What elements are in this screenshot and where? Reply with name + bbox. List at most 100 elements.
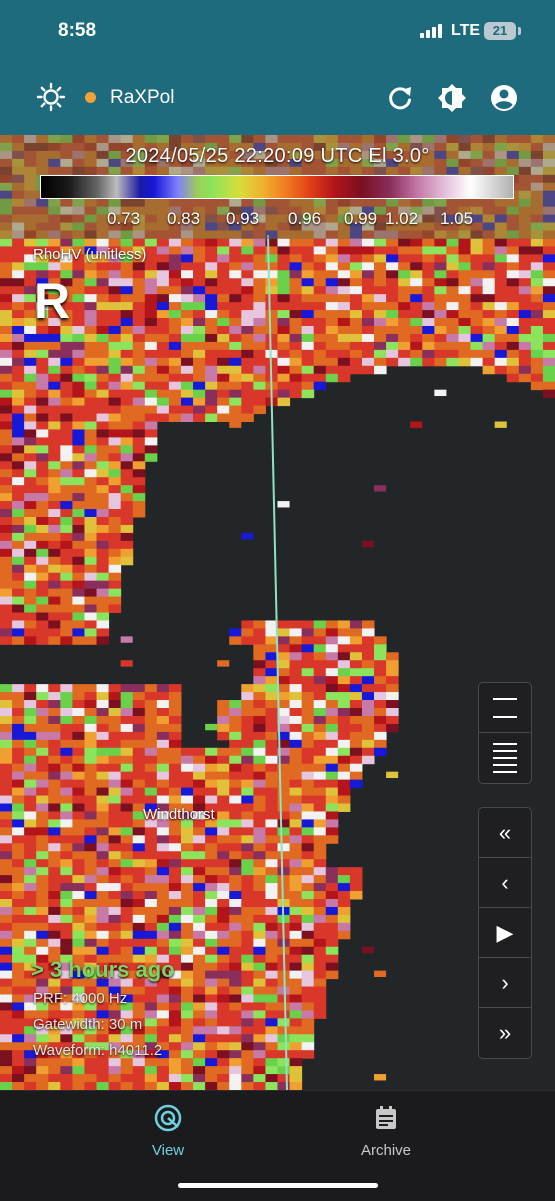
radar-gate bbox=[241, 357, 254, 367]
radar-gate bbox=[84, 1066, 98, 1075]
radar-gate bbox=[289, 883, 303, 892]
radar-gate bbox=[313, 341, 327, 351]
radar-gate bbox=[84, 405, 98, 415]
radar-gate bbox=[361, 326, 375, 335]
radar-map[interactable] bbox=[0, 135, 555, 1090]
radar-gate bbox=[12, 1066, 25, 1075]
radar-gate bbox=[386, 262, 399, 271]
last-frame-button[interactable]: » bbox=[479, 1008, 531, 1058]
radar-gate bbox=[193, 381, 206, 391]
radar-gate bbox=[60, 421, 73, 430]
radar-gate bbox=[217, 946, 230, 956]
radar-gate bbox=[12, 429, 25, 438]
radar-gate bbox=[72, 572, 85, 582]
radar-gate bbox=[422, 286, 435, 295]
radar-gate bbox=[277, 397, 291, 407]
play-button[interactable]: ▶ bbox=[479, 908, 531, 958]
radar-gate bbox=[12, 238, 25, 247]
radar-gate bbox=[72, 723, 85, 733]
radar-gate bbox=[217, 1002, 230, 1011]
radar-gate bbox=[96, 405, 110, 415]
radar-gate bbox=[506, 365, 520, 375]
radar-gate bbox=[48, 461, 61, 470]
radar-gate bbox=[205, 262, 218, 271]
radar-gate bbox=[542, 254, 555, 263]
radar-gate bbox=[374, 692, 387, 701]
radar-gate bbox=[108, 556, 122, 566]
radar-gate bbox=[36, 771, 49, 781]
settings-icon[interactable] bbox=[36, 82, 66, 112]
expand-layers-button[interactable] bbox=[479, 683, 531, 733]
radar-gate bbox=[289, 843, 303, 852]
layer-controls bbox=[478, 682, 532, 784]
radar-gate bbox=[301, 389, 315, 399]
radar-gate bbox=[241, 962, 254, 972]
radar-gate bbox=[313, 708, 327, 717]
next-frame-button[interactable]: › bbox=[479, 958, 531, 1008]
radar-gate bbox=[72, 922, 85, 932]
radar-gate bbox=[180, 365, 194, 375]
brightness-icon[interactable] bbox=[437, 83, 467, 113]
radar-gate bbox=[96, 899, 110, 908]
radar-gate bbox=[386, 286, 399, 295]
account-icon[interactable] bbox=[489, 83, 519, 113]
radar-gate bbox=[313, 867, 327, 876]
radar-gate bbox=[120, 461, 134, 470]
radar-gate bbox=[265, 262, 278, 271]
radar-gate bbox=[108, 692, 122, 701]
radar-gate bbox=[241, 1002, 254, 1011]
radar-gate bbox=[241, 318, 254, 327]
previous-frame-button[interactable]: ‹ bbox=[479, 858, 531, 908]
radar-gate bbox=[193, 755, 206, 765]
radar-gate bbox=[24, 389, 37, 399]
radar-gate bbox=[253, 906, 266, 916]
radar-gate bbox=[229, 238, 242, 247]
radar-gate bbox=[36, 875, 49, 884]
radar-gate bbox=[265, 755, 278, 765]
radar-gate bbox=[301, 326, 315, 335]
radar-gate bbox=[60, 477, 73, 486]
radar-gate bbox=[0, 938, 13, 948]
radar-gate bbox=[156, 843, 170, 852]
radar-gate bbox=[446, 318, 459, 327]
radar-gate bbox=[301, 771, 315, 781]
radar-gate bbox=[530, 326, 544, 335]
radar-gate bbox=[482, 318, 496, 327]
radar-gate bbox=[265, 811, 278, 820]
radar-gate bbox=[193, 747, 206, 757]
radar-gate bbox=[361, 246, 375, 255]
radar-gate bbox=[289, 700, 303, 709]
radar-gate bbox=[253, 938, 266, 948]
radar-gate bbox=[168, 930, 182, 940]
radar-gate bbox=[0, 835, 13, 844]
radar-gate bbox=[313, 620, 327, 629]
radar-gate bbox=[337, 723, 351, 733]
radar-gate bbox=[24, 692, 37, 701]
radar-gate bbox=[108, 684, 122, 693]
radar-gate bbox=[265, 875, 278, 884]
refresh-icon[interactable] bbox=[386, 84, 414, 112]
radar-gate bbox=[205, 1042, 218, 1051]
radar-gate bbox=[265, 922, 278, 932]
radar-gate bbox=[410, 302, 423, 311]
radar-gate bbox=[193, 970, 206, 980]
radar-gate bbox=[205, 843, 218, 852]
radar-gate bbox=[289, 922, 303, 932]
radar-image bbox=[0, 135, 555, 1090]
radar-gate bbox=[193, 326, 206, 335]
radar-gate bbox=[325, 254, 339, 263]
nav-archive[interactable]: Archive bbox=[326, 1103, 446, 1159]
radar-gate bbox=[301, 899, 315, 908]
first-frame-button[interactable]: « bbox=[479, 808, 531, 858]
radar-gate bbox=[265, 349, 278, 359]
radar-gate bbox=[193, 246, 206, 255]
radar-gate bbox=[349, 779, 363, 789]
radar-gate bbox=[168, 827, 182, 836]
nav-view[interactable]: View bbox=[108, 1103, 228, 1159]
list-layers-button[interactable] bbox=[479, 733, 531, 783]
radar-gate bbox=[482, 270, 496, 279]
radar-gate bbox=[36, 819, 49, 828]
radar-gate bbox=[217, 254, 230, 263]
radar-gate bbox=[530, 365, 544, 375]
radar-gate bbox=[253, 357, 266, 367]
